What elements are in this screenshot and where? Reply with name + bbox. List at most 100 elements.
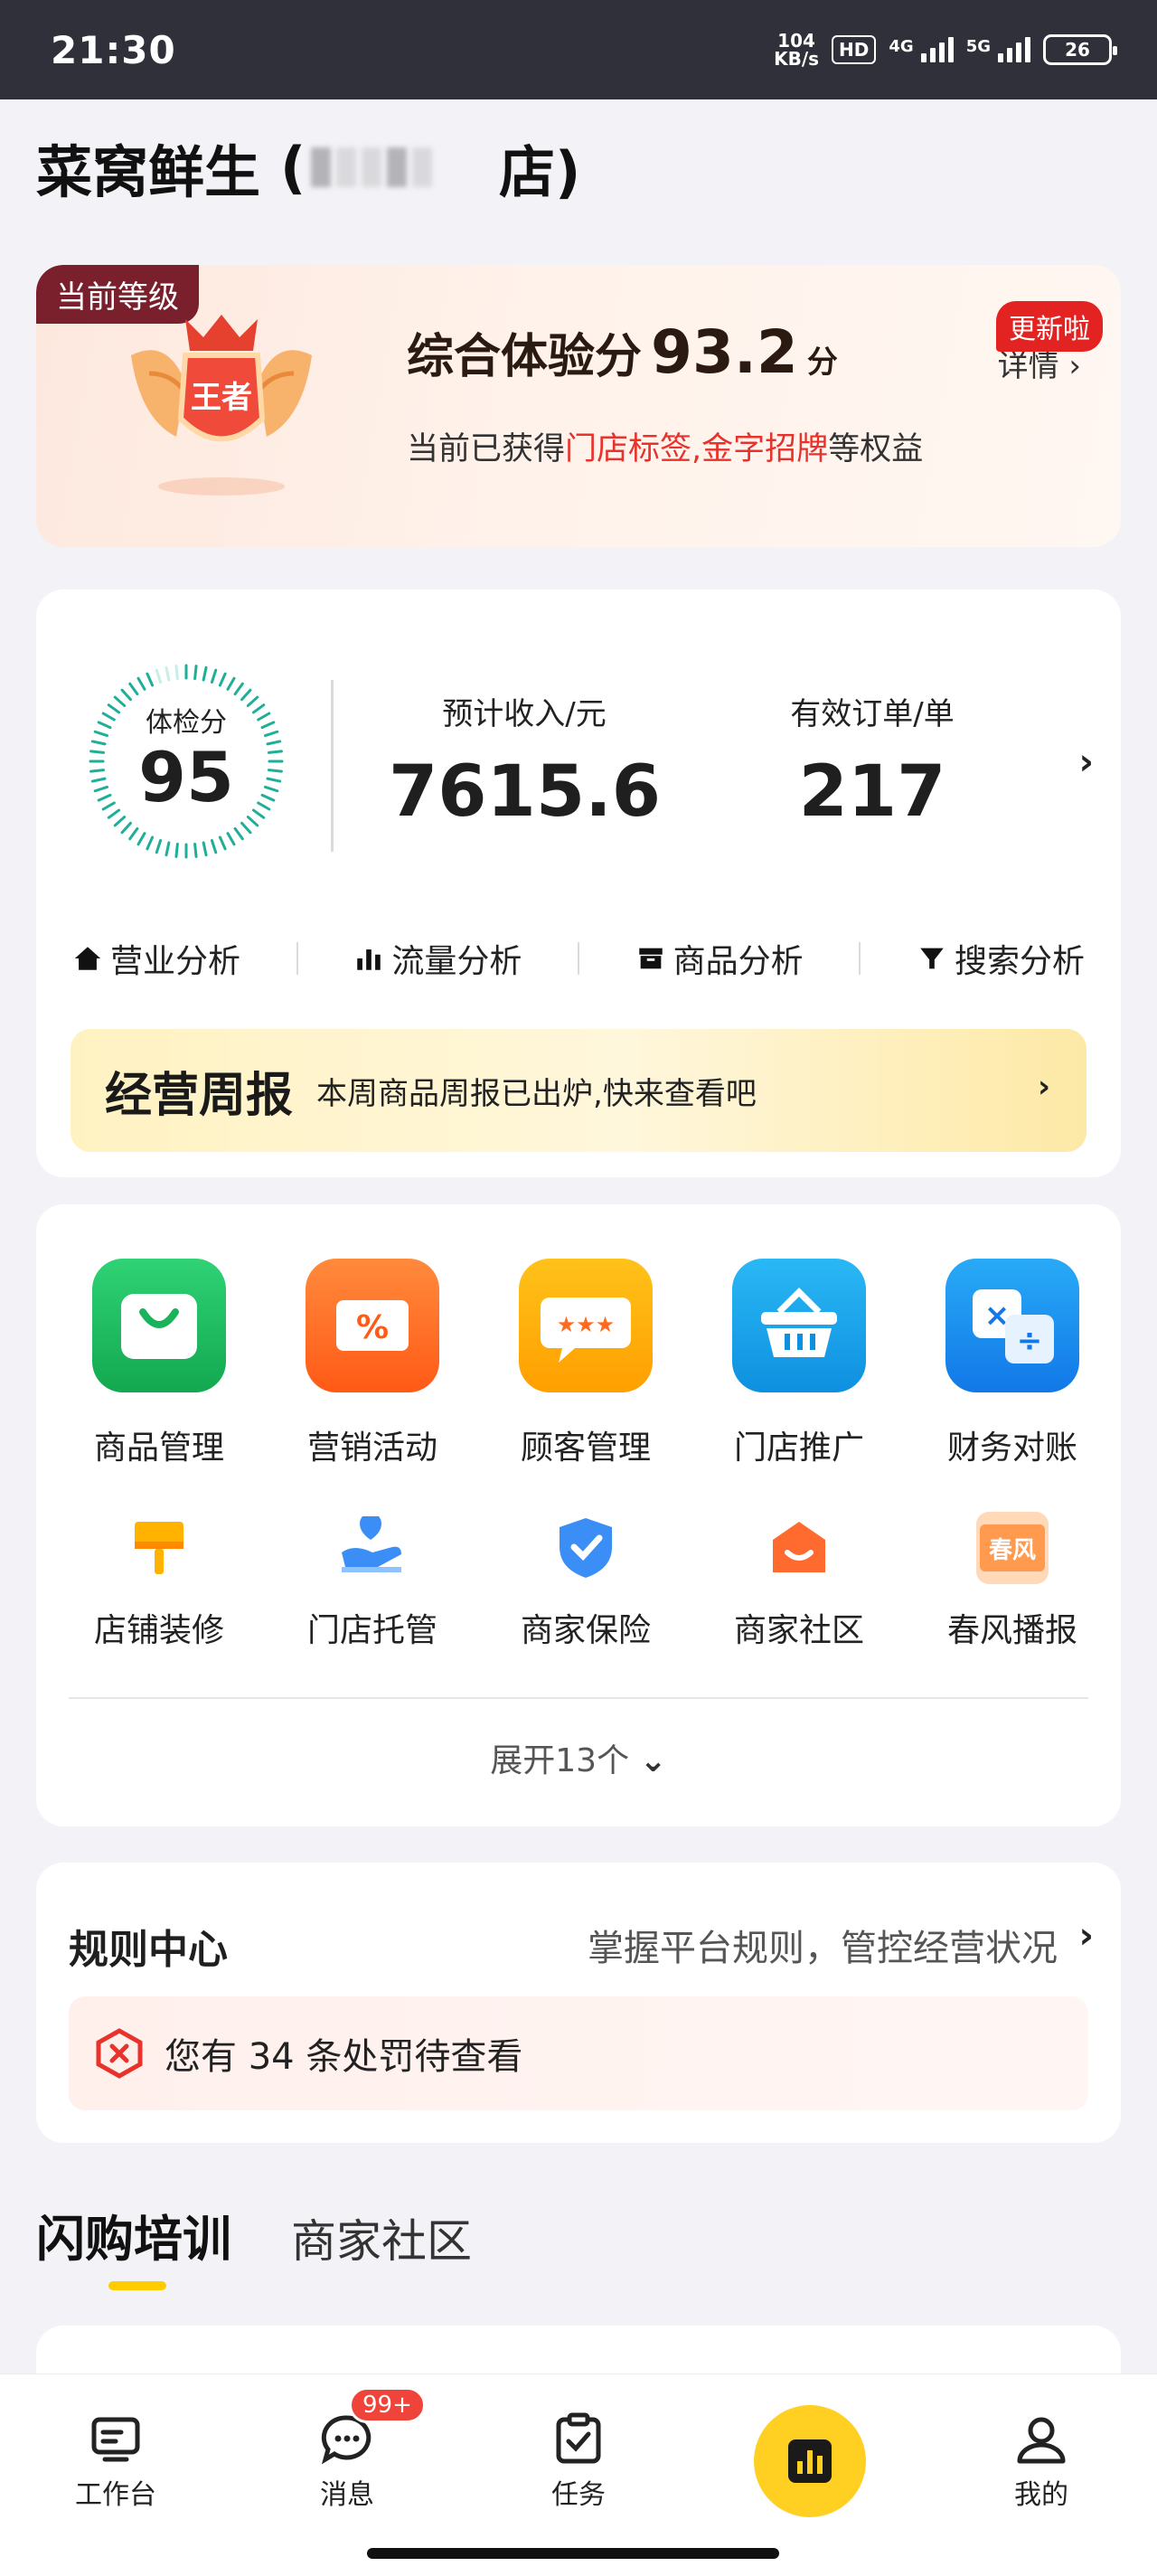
tool-spring-broadcast[interactable]: 春风 春风播报 — [922, 1512, 1103, 1651]
store-name-redacted: ( — [280, 135, 479, 201]
hand-shake-icon — [336, 1512, 409, 1584]
nav-messages[interactable]: 消息 — [275, 2411, 419, 2512]
calculator-icon: × ÷ — [945, 1259, 1079, 1392]
tool-label: 营销活动 — [306, 1430, 437, 1467]
home-icon — [74, 947, 101, 970]
health-score[interactable]: 体检分 95 — [87, 662, 286, 861]
divider — [578, 942, 579, 975]
bar-chart-icon — [788, 2439, 832, 2483]
warning-hexagon-icon — [96, 2028, 143, 2079]
analysis-links: 营业分析 流量分析 商品分析 搜索分析 — [54, 935, 1103, 982]
chevron-right-icon[interactable]: › — [1079, 1915, 1094, 1957]
status-icons: 104 KB/s HD 4G 5G 26 — [774, 32, 1117, 68]
tool-label: 商品管理 — [93, 1430, 224, 1467]
bottom-nav: 工作台 消息 99+ 任务 我的 — [0, 2373, 1157, 2576]
weekly-report-title: 经营周报 — [105, 1068, 294, 1123]
nav-tasks[interactable]: 任务 — [506, 2411, 651, 2512]
status-bar: 21:30 104 KB/s HD 4G 5G 26 — [0, 0, 1157, 99]
nav-mine[interactable]: 我的 — [969, 2411, 1114, 2512]
workbench-icon — [91, 2417, 140, 2462]
home-indicator — [367, 2548, 779, 2559]
spring-news-icon: 春风 — [976, 1512, 1049, 1584]
orders-value: 217 — [798, 751, 946, 833]
rules-center-link[interactable]: 掌握平台规则，管控经营状况 — [588, 1919, 1058, 1971]
tool-store-decoration[interactable]: 店铺装修 — [69, 1512, 249, 1651]
tasks-icon — [556, 2412, 601, 2464]
nav-workbench-label: 工作台 — [75, 2479, 156, 2511]
house-chat-icon — [763, 1512, 835, 1584]
tool-merchant-community[interactable]: 商家社区 — [709, 1512, 889, 1651]
divider — [859, 942, 861, 975]
tool-marketing[interactable]: % 营销活动 — [282, 1259, 463, 1468]
business-analysis-link[interactable]: 营业分析 — [72, 935, 240, 982]
traffic-analysis-label: 流量分析 — [391, 943, 522, 980]
tool-label: 店铺装修 — [93, 1612, 224, 1649]
rules-center-card: 规则中心 掌握平台规则，管控经营状况 › 您有 34 条处罚待查看 — [36, 1863, 1121, 2143]
benefits-prefix: 当前已获得 — [407, 431, 566, 467]
tool-label: 春风播报 — [946, 1612, 1077, 1649]
svg-text:%: % — [356, 1309, 389, 1346]
svg-text:÷: ÷ — [1017, 1323, 1043, 1359]
svg-text:★★★: ★★★ — [557, 1312, 616, 1337]
weekly-report-banner[interactable]: 经营周报 本周商品周报已出炉,快来查看吧 › — [71, 1029, 1086, 1152]
nav-mine-label: 我的 — [1014, 2479, 1068, 2511]
hd-icon: HD — [832, 35, 877, 64]
search-analysis-link[interactable]: 搜索分析 — [917, 935, 1085, 982]
tool-label: 商家社区 — [733, 1612, 864, 1649]
bar-chart-icon — [357, 949, 381, 970]
spring-news-icon-text: 春风 — [989, 1537, 1036, 1564]
stats-card: 体检分 95 预计收入/元 7615.6 有效订单/单 217 › 营业分析 流… — [36, 590, 1121, 1177]
tool-label: 顾客管理 — [520, 1430, 651, 1467]
signal-4g-icon: 4G — [889, 37, 954, 62]
tool-store-hosting[interactable]: 门店托管 — [282, 1512, 463, 1651]
benefit-separator: , — [691, 431, 702, 467]
box-icon — [638, 948, 663, 969]
nav-workbench[interactable]: 工作台 — [43, 2411, 188, 2512]
shopping-bag-icon — [92, 1259, 226, 1392]
tab-merchant-community[interactable]: 商家社区 — [291, 2205, 472, 2270]
stats-divider — [331, 680, 334, 852]
store-name-suffix: 店) — [499, 139, 581, 205]
content-tabs: 闪购培训 商家社区 — [36, 2199, 472, 2290]
tool-label: 商家保险 — [520, 1612, 651, 1649]
tools-card: 商品管理 % 营销活动 ★★★ 顾客管理 门店推广 ×÷ 财务对账 店铺装修 — [36, 1204, 1121, 1826]
product-analysis-label: 商品分析 — [673, 943, 804, 980]
paint-brush-icon — [123, 1512, 195, 1584]
orders-label: 有效订单/单 — [790, 696, 955, 732]
penalty-notice[interactable]: 您有 34 条处罚待查看 — [69, 1996, 1088, 2110]
tool-product-management[interactable]: 商品管理 — [69, 1259, 249, 1468]
divider — [69, 1697, 1088, 1699]
nav-tasks-label: 任务 — [551, 2479, 606, 2511]
revenue-value: 7615.6 — [389, 751, 661, 833]
health-score-value: 95 — [138, 737, 234, 817]
expand-tools-button[interactable]: 展开13个 ⌄ — [36, 1734, 1121, 1781]
revenue-label: 预计收入/元 — [442, 696, 607, 732]
badge-text: 王者 — [191, 380, 252, 416]
level-card[interactable]: 当前等级 王者 综合体验分 93.2 分 当前已获得门店标签,金字招牌等权益 详… — [36, 265, 1121, 547]
nav-data-center[interactable] — [754, 2405, 866, 2517]
coupon-icon: % — [306, 1259, 439, 1392]
estimated-revenue[interactable]: 预计收入/元 7615.6 — [389, 689, 661, 833]
tool-customer-management[interactable]: ★★★ 顾客管理 — [495, 1259, 676, 1468]
store-title[interactable]: 菜窝鲜生 ( 店) — [36, 127, 580, 208]
tool-store-promotion[interactable]: 门店推广 — [709, 1259, 889, 1468]
store-name: 菜窝鲜生 — [36, 139, 261, 205]
tool-merchant-insurance[interactable]: 商家保险 — [495, 1512, 676, 1651]
king-badge-icon: 王者 — [131, 315, 312, 495]
network-speed-value: 104 — [777, 30, 815, 52]
health-score-label: 体检分 — [146, 707, 227, 739]
search-analysis-label: 搜索分析 — [954, 943, 1085, 980]
user-icon — [1017, 2417, 1066, 2464]
valid-orders[interactable]: 有效订单/单 217 — [741, 689, 1003, 833]
updated-badge: 更新啦 — [996, 301, 1103, 352]
network-speed: 104 KB/s — [774, 32, 819, 68]
benefit-gold-sign: 金字招牌 — [701, 431, 829, 467]
traffic-analysis-link[interactable]: 流量分析 — [353, 935, 522, 982]
tab-flash-training[interactable]: 闪购培训 — [36, 2199, 231, 2290]
signal-4g-label: 4G — [889, 37, 914, 56]
chevron-right-icon: › — [1037, 1069, 1050, 1105]
chevron-right-icon[interactable]: › — [1079, 741, 1094, 783]
rules-center-title: 规则中心 — [69, 1927, 228, 1973]
product-analysis-link[interactable]: 商品分析 — [635, 935, 804, 982]
tool-finance[interactable]: × ÷ 财务对账 — [922, 1259, 1103, 1468]
